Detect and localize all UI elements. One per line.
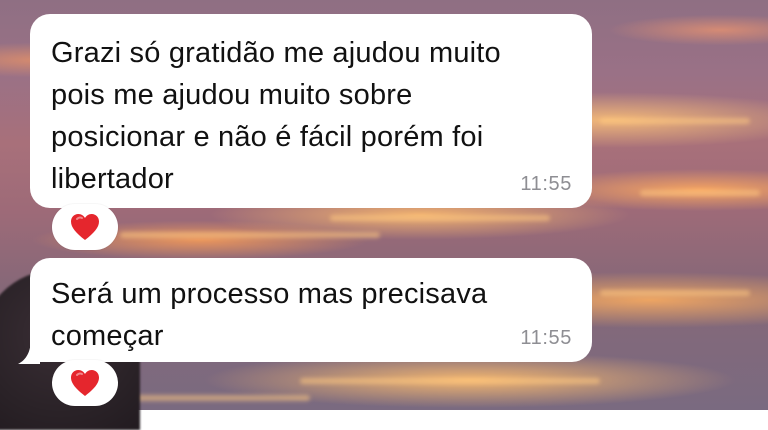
heart-icon [70,369,100,397]
message-bubble[interactable]: Será um processo mas precisava começar 1… [30,258,592,362]
heart-icon [70,213,100,241]
cloud-streak [130,395,310,401]
message-timestamp: 11:55 [520,327,572,349]
reaction-badge[interactable] [52,204,118,250]
message-text: Grazi só gratidão me ajudou muito pois m… [51,37,501,195]
message-text: Será um processo mas precisava começar [51,278,488,352]
message-bubble[interactable]: Grazi só gratidão me ajudou muito pois m… [30,14,592,208]
reaction-badge[interactable] [52,360,118,406]
message-timestamp: 11:55 [520,173,572,195]
cloud-streak [330,215,550,221]
cloud-streak [600,118,750,124]
cloud-streak [600,290,750,296]
cloud-streak [300,378,600,384]
cloud-streak [640,190,760,196]
cloud-streak [120,232,380,238]
